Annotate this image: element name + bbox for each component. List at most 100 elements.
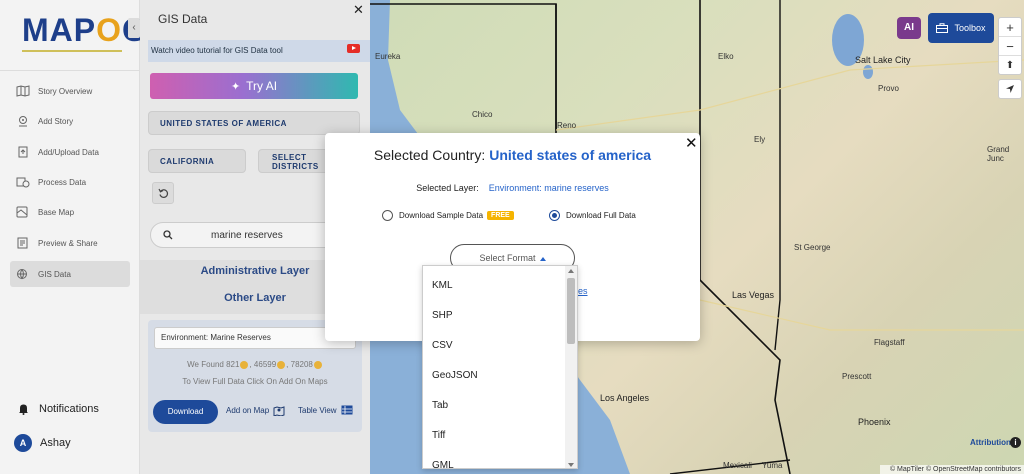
- download-button[interactable]: Download: [153, 400, 218, 424]
- table-icon: [341, 405, 353, 415]
- map-label-phoenix: Phoenix: [858, 417, 891, 427]
- download-full-option[interactable]: Download Full Data: [549, 210, 636, 221]
- format-option-shp[interactable]: SHP: [432, 310, 453, 321]
- panel-close-button[interactable]: ✕: [353, 2, 364, 18]
- navigation-arrow-icon: [1006, 85, 1014, 93]
- nav-item-add-story[interactable]: Add Story: [10, 108, 130, 134]
- map-label-yuma: Yuma: [762, 461, 783, 470]
- tutorial-text: Watch video tutorial for GIS Data tool: [151, 46, 283, 55]
- map-label-mexicali: Mexicali: [723, 461, 752, 470]
- format-option-tiff[interactable]: Tiff: [432, 430, 445, 441]
- info-icon[interactable]: i: [1010, 437, 1021, 448]
- pin-icon: [19, 116, 27, 127]
- nav-item-story-overview[interactable]: Story Overview: [10, 78, 130, 104]
- map-label-las-vegas: Las Vegas: [732, 290, 775, 300]
- map-label-flagstaff: Flagstaff: [874, 338, 905, 347]
- map-copyright: © MapTiler © OpenStreetMap contributors: [880, 465, 1024, 474]
- nav-item-gis-data[interactable]: GIS Data: [10, 261, 130, 287]
- country-selector[interactable]: UNITED STATES OF AMERICA: [148, 111, 360, 135]
- table-view-button[interactable]: Table View: [298, 405, 353, 415]
- full-data-label: Download Full Data: [566, 211, 636, 220]
- compass-button[interactable]: ⬆: [999, 56, 1021, 75]
- sample-label: Download Sample Data: [399, 211, 484, 220]
- format-option-gml[interactable]: GML: [432, 460, 454, 468]
- full-data-hint: To View Full Data Click On Add On Maps: [182, 377, 328, 386]
- toolbox-button[interactable]: Toolbox: [928, 13, 994, 43]
- map-label-provo: Provo: [878, 84, 899, 93]
- nav-item-process-data[interactable]: Process Data: [10, 169, 130, 195]
- sample-radio[interactable]: [382, 210, 393, 221]
- user-profile[interactable]: A Ashay: [14, 434, 71, 452]
- scroll-up-icon[interactable]: [568, 269, 574, 273]
- map-label-los-angeles: Los Angeles: [600, 393, 650, 403]
- scroll-thumb[interactable]: [567, 278, 575, 344]
- modal-link[interactable]: es: [578, 286, 588, 296]
- map-label-grand-junction: Grand Junc: [987, 145, 1010, 163]
- logo-underline: [22, 50, 122, 52]
- modal-title-prefix: Selected Country:: [373, 147, 486, 163]
- selected-layer-label: Selected Layer:: [416, 183, 479, 193]
- panel-title: GIS Data: [158, 12, 208, 26]
- nav-label: Base Map: [38, 207, 75, 217]
- map-label-prescott: Prescott: [842, 372, 872, 381]
- attribution-link[interactable]: Attribution: [970, 438, 1011, 447]
- search-input[interactable]: [211, 229, 341, 241]
- nav-item-add-upload-data[interactable]: Add/Upload Data: [10, 139, 130, 165]
- districts-line-1: SELECT: [272, 153, 307, 162]
- format-select-label: Select Format: [479, 253, 536, 263]
- collapse-sidebar-button[interactable]: ‹: [128, 18, 140, 38]
- try-ai-label: Try AI: [246, 79, 278, 93]
- upload-icon: [18, 146, 28, 158]
- search-icon: [163, 230, 173, 240]
- notifications-button[interactable]: Notifications: [18, 403, 99, 415]
- point-count: 821: [226, 360, 240, 369]
- selected-country: United states of america: [489, 147, 652, 163]
- toolbox-label: Toolbox: [954, 23, 986, 33]
- video-tutorial-link[interactable]: Watch video tutorial for GIS Data tool: [148, 40, 370, 62]
- reset-button[interactable]: [152, 182, 174, 204]
- nav-divider: [0, 70, 140, 71]
- try-ai-button[interactable]: ✦ Try AI: [150, 73, 358, 99]
- nav-item-base-map[interactable]: Base Map: [10, 199, 130, 225]
- database-icon: [17, 269, 27, 280]
- zoom-out-button[interactable]: −: [999, 37, 1021, 56]
- format-option-tab[interactable]: Tab: [432, 400, 448, 411]
- process-icon: [16, 177, 30, 188]
- map-add-icon: [273, 406, 285, 416]
- locate-button[interactable]: [998, 79, 1022, 99]
- user-name: Ashay: [40, 437, 71, 449]
- districts-line-2: DISTRICTS: [272, 162, 319, 171]
- layers-icon: [16, 206, 28, 218]
- nav-label: GIS Data: [38, 269, 71, 279]
- dropdown-scrollbar[interactable]: [565, 266, 577, 468]
- point-icon: [240, 360, 249, 369]
- line-count: 46599: [253, 360, 277, 369]
- format-option-csv[interactable]: CSV: [432, 340, 453, 351]
- scroll-down-icon[interactable]: [568, 463, 574, 467]
- zoom-controls: + − ⬆: [998, 17, 1022, 75]
- nav-item-preview-share[interactable]: Preview & Share: [10, 230, 130, 256]
- add-on-map-label: Add on Map: [226, 406, 270, 415]
- download-sample-option[interactable]: Download Sample Data FREE: [382, 210, 514, 221]
- polygon-count: 78208: [290, 360, 313, 369]
- ai-assistant-button[interactable]: AI: [897, 17, 921, 39]
- map-label-chico: Chico: [472, 110, 493, 119]
- compass-icon: ⬆: [1005, 60, 1015, 71]
- map-label-st-george: St George: [794, 243, 831, 252]
- full-data-radio[interactable]: [549, 210, 560, 221]
- avatar: A: [14, 434, 32, 452]
- format-dropdown-list: KML SHP CSV GeoJSON Tab Tiff GML: [422, 265, 578, 469]
- state-selector[interactable]: CALIFORNIA: [148, 149, 246, 173]
- sparkle-icon: ✦: [230, 80, 241, 93]
- zoom-in-button[interactable]: +: [999, 18, 1021, 37]
- left-navigation: MAPOG Story Overview Add Story Add/Uploa…: [0, 0, 147, 474]
- share-icon: [17, 237, 28, 249]
- nav-label: Preview & Share: [38, 238, 98, 248]
- nav-label: Add/Upload Data: [38, 147, 99, 157]
- free-badge: FREE: [487, 211, 514, 220]
- format-option-geojson[interactable]: GeoJSON: [432, 370, 478, 381]
- add-on-map-button[interactable]: Add on Map: [226, 405, 285, 416]
- format-option-kml[interactable]: KML: [432, 280, 453, 291]
- nav-label: Story Overview: [38, 86, 93, 96]
- selected-layer-value: Environment: marine reserves: [488, 183, 609, 193]
